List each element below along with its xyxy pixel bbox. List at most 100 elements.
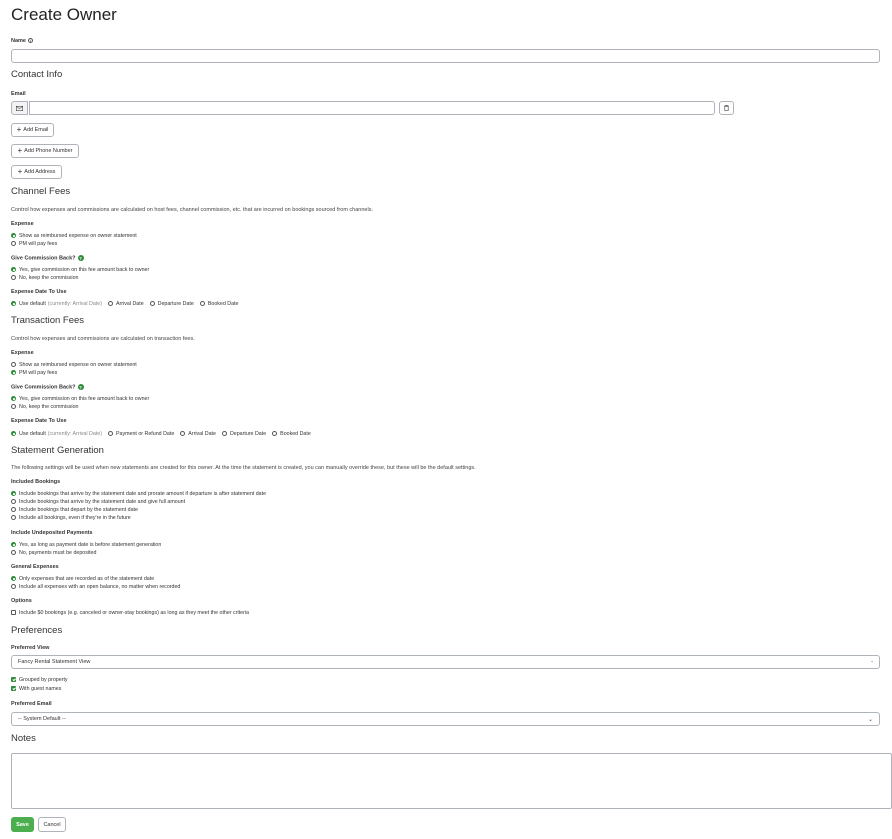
option-text: Include all expenses with an open balanc…: [19, 583, 181, 590]
channel-expense-option-1[interactable]: Show as reimbursed expense on owner stat…: [11, 232, 137, 239]
help-icon[interactable]: ?: [77, 384, 84, 390]
undeposited-option-2[interactable]: No, payments must be deposited: [11, 549, 96, 556]
radio[interactable]: [11, 362, 16, 367]
plus-icon: +: [17, 167, 23, 176]
page-title: Create Owner: [11, 5, 117, 24]
channel-date-booked[interactable]: Booked Date: [199, 301, 239, 307]
option-text: PM will pay fees: [19, 369, 58, 376]
transaction-commission-option-2[interactable]: No, keep the commission: [11, 403, 78, 410]
channel-fees-heading: Channel Fees: [11, 186, 71, 197]
radio-selected[interactable]: [11, 233, 16, 238]
general-option-2[interactable]: Include all expenses with an open balanc…: [11, 583, 180, 590]
option-note: (currently: Arrival Date): [47, 430, 102, 437]
transaction-date-booked[interactable]: Booked Date: [272, 431, 311, 437]
add-email-button[interactable]: + Add Email: [11, 123, 54, 137]
channel-commission-option-1[interactable]: Yes, give commission on this fee amount …: [11, 266, 149, 273]
add-phone-button[interactable]: + Add Phone Number: [11, 144, 79, 158]
radio-selected[interactable]: [11, 542, 16, 547]
option-text: Only expenses that are recorded as of th…: [19, 575, 155, 582]
included-option-1[interactable]: Include bookings that arrive by the stat…: [11, 490, 266, 497]
notes-textarea[interactable]: [11, 753, 892, 809]
radio-selected[interactable]: [11, 576, 16, 581]
channel-date-default[interactable]: Use default (currently: Arrival Date): [11, 301, 102, 307]
transaction-commission-option-1[interactable]: Yes, give commission on this fee amount …: [11, 395, 149, 402]
transaction-date-departure[interactable]: Departure Date: [221, 431, 266, 437]
delete-email-button[interactable]: [719, 101, 734, 115]
radio[interactable]: [11, 507, 16, 512]
guest-names-option[interactable]: With guest names: [11, 685, 61, 692]
plus-icon: +: [17, 146, 23, 155]
radio[interactable]: [180, 431, 186, 436]
radio-selected[interactable]: [11, 370, 16, 375]
add-email-label: Add Email: [23, 127, 49, 133]
transaction-fees-heading: Transaction Fees: [11, 315, 85, 326]
contact-info-heading: Contact Info: [11, 69, 63, 80]
radio[interactable]: [107, 431, 113, 436]
channel-fees-description: Control how expenses and commissions are…: [11, 207, 373, 213]
trash-icon: [724, 105, 729, 111]
option-note: (currently: Arrival Date): [47, 300, 102, 307]
name-input[interactable]: [11, 49, 880, 63]
radio[interactable]: [11, 550, 16, 555]
chevron-down-icon: ⌄: [867, 716, 873, 723]
channel-date-arrival[interactable]: Arrival Date: [107, 301, 144, 307]
radio-selected[interactable]: [11, 431, 16, 436]
radio[interactable]: [11, 404, 16, 409]
save-button[interactable]: Save: [11, 817, 34, 832]
radio[interactable]: [199, 301, 205, 306]
transaction-date-label: Expense Date To Use: [11, 418, 67, 424]
channel-date-departure[interactable]: Departure Date: [149, 300, 194, 307]
preferred-email-label: Preferred Email: [11, 701, 52, 707]
radio[interactable]: [11, 499, 16, 504]
radio[interactable]: [221, 431, 227, 436]
included-option-4[interactable]: Include all bookings, even if they're in…: [11, 514, 131, 521]
channel-date-label: Expense Date To Use: [11, 289, 67, 295]
transaction-date-payment[interactable]: Payment or Refund Date: [107, 431, 174, 437]
radio[interactable]: [272, 431, 278, 436]
add-address-label: Add Address: [24, 169, 56, 175]
statement-description: The following settings will be used when…: [11, 465, 476, 471]
channel-commission-option-2[interactable]: No, keep the commission: [11, 274, 78, 281]
transaction-expense-option-1[interactable]: Show as reimbursed expense on owner stat…: [11, 361, 137, 368]
email-input[interactable]: [29, 101, 715, 115]
transaction-date-default[interactable]: Use default (currently: Arrival Date): [11, 431, 102, 437]
transaction-expense-label: Expense: [11, 350, 34, 356]
transaction-date-arrival[interactable]: Arrival Date: [180, 431, 216, 437]
add-address-button[interactable]: + Add Address: [11, 165, 62, 179]
option-text: Include bookings that arrive by the stat…: [19, 498, 186, 505]
envelope-icon: [11, 101, 28, 115]
cancel-button[interactable]: Cancel: [38, 817, 66, 832]
transaction-date-options: Use default (currently: Arrival Date) Pay…: [11, 430, 317, 437]
included-option-3[interactable]: Include bookings that depart by the stat…: [11, 506, 138, 513]
radio-selected[interactable]: [11, 396, 16, 401]
preferred-view-select[interactable]: Fancy Rental Statement View -: [11, 655, 880, 669]
radio-selected[interactable]: [11, 301, 16, 306]
radio[interactable]: [11, 515, 16, 520]
info-icon[interactable]: i: [27, 38, 33, 44]
checkbox-checked[interactable]: [11, 686, 16, 691]
checkbox[interactable]: [11, 610, 16, 615]
checkbox-checked[interactable]: [11, 677, 16, 682]
option-text: Booked Date: [280, 430, 311, 437]
preferred-email-select[interactable]: -- System Default -- ⌄: [11, 712, 880, 726]
general-option-1[interactable]: Only expenses that are recorded as of th…: [11, 575, 154, 582]
option-text: Include all bookings, even if they're in…: [19, 514, 131, 521]
radio[interactable]: [11, 241, 16, 246]
radio-selected[interactable]: [11, 267, 16, 272]
radio-selected[interactable]: [11, 491, 16, 496]
undeposited-option-1[interactable]: Yes, as long as payment date is before s…: [11, 541, 161, 548]
included-option-2[interactable]: Include bookings that arrive by the stat…: [11, 498, 185, 505]
radio[interactable]: [107, 301, 113, 306]
channel-expense-label: Expense: [11, 221, 34, 227]
grouped-option[interactable]: Grouped by property: [11, 676, 68, 683]
channel-expense-option-2[interactable]: PM will pay fees: [11, 240, 57, 247]
radio[interactable]: [11, 584, 16, 589]
radio[interactable]: [149, 301, 155, 306]
transaction-expense-option-2[interactable]: PM will pay fees: [11, 369, 57, 376]
radio[interactable]: [11, 275, 16, 280]
option-text: Departure Date: [157, 300, 194, 307]
zero-bookings-option[interactable]: Include $0 bookings (e.g. canceled or ow…: [11, 609, 249, 616]
help-icon[interactable]: ?: [77, 255, 84, 261]
option-text: Show as reimbursed expense on owner stat…: [19, 361, 137, 368]
option-text: Yes, as long as payment date is before s…: [19, 541, 162, 548]
